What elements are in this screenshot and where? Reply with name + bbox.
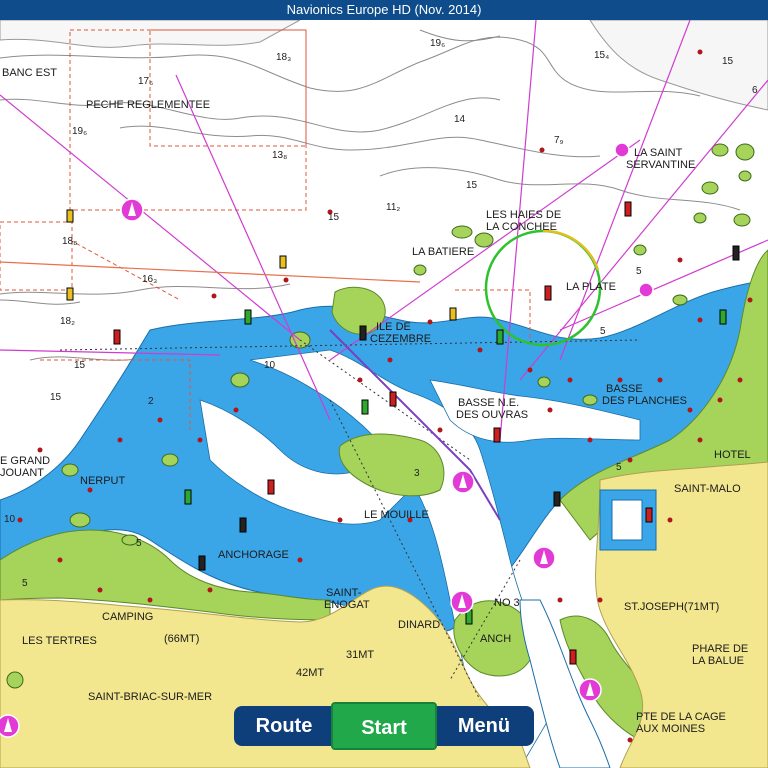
red-buoy (267, 479, 275, 495)
depth-sounding: 6 (752, 85, 758, 96)
bottom-toolbar: Route Menü Start (234, 702, 534, 750)
window-title: Navionics Europe HD (Nov. 2014) (286, 2, 482, 17)
label-peche: PECHE REGLEMENTEE (86, 99, 210, 111)
depth-sounding: 7₉ (554, 135, 564, 146)
depth-sounding: 19₆ (430, 38, 445, 49)
label-cage-1: PTE DE LA CAGE (636, 711, 726, 723)
yellow-buoy (66, 209, 74, 223)
depth-sounding: 15 (74, 360, 86, 371)
label-balue-1: PHARE DE (692, 643, 748, 655)
label-basse-planches-1: BASSE (606, 383, 643, 395)
label-nerput: NERPUT (80, 475, 126, 487)
yellow-buoy (449, 307, 457, 321)
label-grand: E GRAND (0, 455, 50, 467)
depth-sounding: 15 (328, 212, 340, 223)
label-hotel: HOTEL (714, 449, 751, 461)
window-title-bar: Navionics Europe HD (Nov. 2014) (0, 0, 768, 20)
green-buoy (184, 489, 192, 505)
depth-sounding: 3 (414, 468, 420, 479)
harbor-basin-inner (611, 499, 643, 541)
label-le-mouille: LE MOUILLE (364, 509, 429, 521)
yellow-buoy (279, 255, 287, 269)
label-la-plate: LA PLATE (566, 281, 616, 293)
red-buoy (389, 391, 397, 407)
cardinal-mark (553, 491, 561, 507)
label-anch: ANCH (480, 633, 511, 645)
label-42mt: 42MT (296, 667, 324, 679)
nautical-chart[interactable]: BANC EST PECHE REGLEMENTEE LA SAINT SERV… (0, 20, 768, 768)
label-66mt: (66MT) (164, 633, 199, 645)
label-saint-enogat-1: SAINT- (326, 587, 362, 599)
menu-button[interactable]: Menü (434, 706, 534, 746)
green-buoy (719, 309, 727, 325)
label-banc-est: BANC EST (2, 67, 57, 79)
depth-sounding: 5 (136, 538, 142, 549)
label-basse-ouvras-2: DES OUVRAS (456, 409, 528, 421)
depth-sounding: 15₄ (594, 50, 609, 61)
label-31mt: 31MT (346, 649, 374, 661)
depth-sounding: 15 (722, 56, 734, 67)
depth-sounding: 2 (148, 396, 154, 407)
label-servantine: SERVANTINE (626, 159, 695, 171)
depth-sounding: 5 (600, 326, 606, 337)
label-la-saint: LA SAINT (634, 147, 683, 159)
label-saint-malo: SAINT-MALO (674, 483, 741, 495)
cardinal-mark (359, 325, 367, 341)
depth-sounding: 15 (50, 392, 62, 403)
green-buoy (361, 399, 369, 415)
label-haies-2: LA CONCHEE (486, 221, 557, 233)
depth-sounding: 5 (636, 266, 642, 277)
green-buoy (244, 309, 252, 325)
start-button[interactable]: Start (331, 702, 437, 750)
label-ile-de: ILE DE (376, 321, 411, 333)
depth-sounding: 15 (466, 180, 478, 191)
route-button[interactable]: Route (234, 706, 334, 746)
green-buoy (496, 329, 504, 345)
label-dinard: DINARD (398, 619, 440, 631)
red-buoy (624, 201, 632, 217)
depth-sounding: 17₆ (138, 76, 153, 87)
depth-sounding: 18₂ (60, 316, 75, 327)
depth-sounding: 18₈ (62, 236, 77, 247)
red-buoy (544, 285, 552, 301)
label-haies-1: LES HAIES DE (486, 209, 561, 221)
label-basse-planches-2: DES PLANCHES (602, 395, 687, 407)
label-camping: CAMPING (102, 611, 153, 623)
depth-sounding: 14 (454, 114, 466, 125)
depth-sounding: 11₂ (386, 202, 400, 213)
label-st-joseph: ST.JOSEPH(71MT) (624, 601, 719, 613)
depth-sounding: 5 (22, 578, 28, 589)
label-basse-ouvras-1: BASSE N.E. (458, 397, 519, 409)
yellow-buoy (66, 287, 74, 301)
label-saint-enogat-2: ENOGAT (324, 599, 370, 611)
cardinal-mark (239, 517, 247, 533)
depth-sounding: 10 (264, 360, 276, 371)
label-no3: NO 3 (494, 597, 520, 609)
label-anchorage: ANCHORAGE (218, 549, 289, 561)
label-tertres: LES TERTRES (22, 635, 97, 647)
red-buoy (645, 507, 653, 523)
label-batiere: LA BATIERE (412, 246, 474, 258)
depth-sounding: 10 (4, 514, 16, 525)
depth-sounding: 13₈ (272, 150, 287, 161)
label-cezembre: CEZEMBRE (370, 333, 431, 345)
cardinal-mark (732, 245, 740, 261)
depth-sounding: 16₃ (142, 274, 157, 285)
red-buoy (569, 649, 577, 665)
red-buoy (493, 427, 501, 443)
depth-sounding: 18₃ (276, 52, 291, 63)
depth-sounding: 19₆ (72, 126, 87, 137)
cardinal-mark (198, 555, 206, 571)
label-cage-2: AUX MOINES (636, 723, 705, 735)
depth-sounding: 5 (616, 462, 622, 473)
label-jouant: JOUANT (0, 467, 44, 479)
label-saint-briac: SAINT-BRIAC-SUR-MER (88, 691, 212, 703)
label-balue-2: LA BALUE (692, 655, 744, 667)
red-buoy (113, 329, 121, 345)
